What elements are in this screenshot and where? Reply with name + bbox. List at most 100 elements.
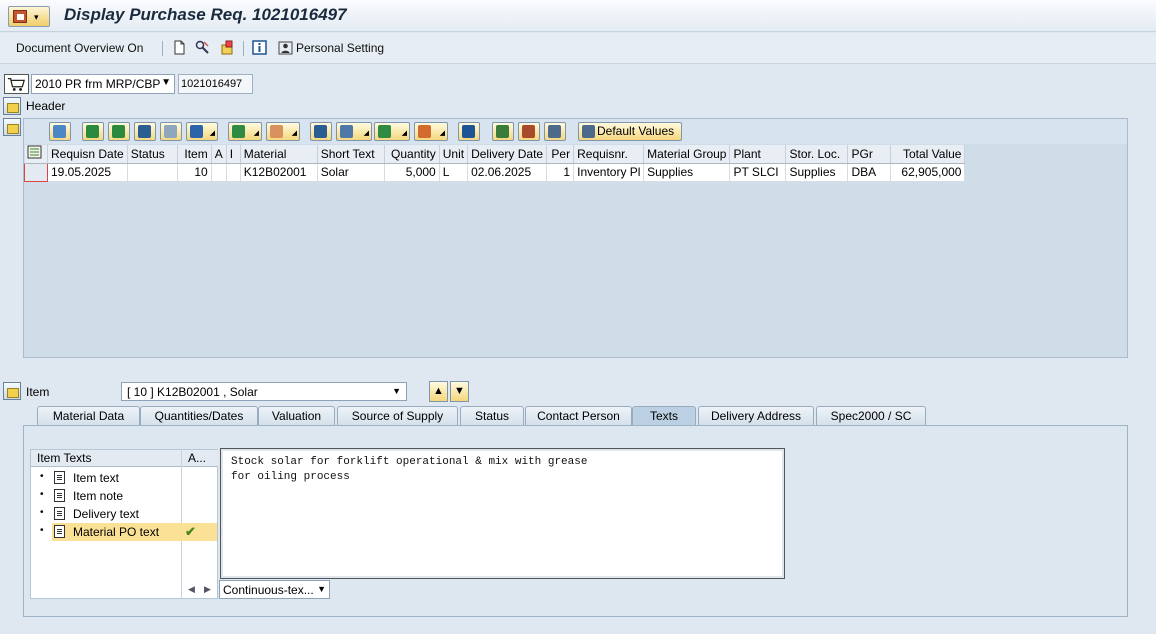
sort-descending-button[interactable] bbox=[108, 122, 130, 141]
column-header[interactable]: Plant bbox=[729, 145, 787, 164]
scroll-right-icon[interactable]: ▶ bbox=[204, 584, 211, 595]
table-cell[interactable]: 5,000 bbox=[384, 163, 440, 182]
layout-button[interactable]: ◢ bbox=[414, 122, 448, 141]
copy-button[interactable] bbox=[492, 122, 514, 141]
filter-icon bbox=[190, 125, 203, 138]
new-document-icon[interactable] bbox=[172, 40, 187, 55]
column-header[interactable]: PGr bbox=[847, 145, 892, 164]
tree-status-header: A... bbox=[182, 450, 218, 467]
document-type-select[interactable]: 2010 PR frm MRP/CBP ▼ bbox=[31, 74, 175, 94]
column-header[interactable]: Unit bbox=[439, 145, 469, 164]
chevron-down-icon: ◢ bbox=[291, 130, 297, 137]
column-header[interactable]: Requisnr. bbox=[573, 145, 645, 164]
document-number-field[interactable]: 1021016497 bbox=[178, 74, 253, 94]
total-button[interactable]: ◢ bbox=[228, 122, 262, 141]
table-row[interactable]: 19.05.2025 10 K12B02001 Solar 5,000 L 02… bbox=[24, 162, 966, 182]
tab-material-data[interactable]: Material Data bbox=[37, 406, 140, 425]
copy-icon bbox=[496, 125, 509, 138]
tab-texts[interactable]: Texts bbox=[632, 406, 696, 425]
item-overview-collapse-icon[interactable] bbox=[3, 118, 21, 136]
document-overview-button[interactable]: Document Overview On bbox=[16, 41, 143, 55]
find-button[interactable] bbox=[134, 122, 156, 141]
column-header[interactable]: Per bbox=[546, 145, 575, 164]
shopping-cart-icon[interactable] bbox=[4, 74, 29, 94]
bullet-icon: • bbox=[40, 471, 44, 482]
table-cell[interactable] bbox=[226, 163, 241, 182]
sort-ascending-button[interactable] bbox=[82, 122, 104, 141]
personal-setting-icon[interactable] bbox=[278, 40, 293, 55]
table-cell[interactable]: 02.06.2025 bbox=[467, 163, 548, 182]
table-cell[interactable]: Supplies bbox=[643, 163, 731, 182]
column-header[interactable]: Material bbox=[240, 145, 318, 164]
services-button[interactable] bbox=[544, 122, 566, 141]
tab-delivery-address[interactable]: Delivery Address bbox=[698, 406, 814, 425]
next-item-button[interactable]: ▼ bbox=[450, 381, 469, 402]
tree-item-material-po-text[interactable]: • Material PO text ✔ bbox=[40, 523, 217, 541]
select-all-icon[interactable] bbox=[24, 145, 48, 164]
sort-ascending-icon bbox=[86, 125, 99, 138]
column-header[interactable]: I bbox=[226, 145, 241, 164]
tab-source-of-supply[interactable]: Source of Supply bbox=[337, 406, 458, 425]
table-cell[interactable]: 19.05.2025 bbox=[47, 163, 128, 182]
column-header[interactable]: Status bbox=[127, 145, 178, 164]
system-menu-button[interactable]: ▾ bbox=[8, 6, 50, 27]
table-cell[interactable]: DBA bbox=[847, 163, 892, 182]
table-cell[interactable]: 1 bbox=[546, 163, 575, 182]
header-expand-icon[interactable] bbox=[3, 97, 21, 115]
item-select[interactable]: [ 10 ] K12B02001 , Solar ▼ bbox=[121, 382, 407, 401]
column-header[interactable]: Total Value bbox=[890, 145, 966, 164]
filter-button[interactable]: ◢ bbox=[186, 122, 218, 141]
table-cell[interactable]: Inventory Pl bbox=[573, 163, 645, 182]
column-header[interactable]: Stor. Loc. bbox=[785, 145, 849, 164]
views-button[interactable]: ◢ bbox=[336, 122, 372, 141]
column-header[interactable]: A bbox=[211, 145, 227, 164]
other-document-icon[interactable] bbox=[220, 40, 235, 55]
table-cell[interactable]: 10 bbox=[177, 163, 212, 182]
table-cell[interactable]: L bbox=[439, 163, 469, 182]
table-cell[interactable]: Solar bbox=[317, 163, 385, 182]
table-cell[interactable]: Supplies bbox=[785, 163, 849, 182]
account-assignment-button[interactable] bbox=[518, 122, 540, 141]
column-header[interactable]: Item bbox=[177, 145, 212, 164]
column-header[interactable]: Short Text bbox=[317, 145, 385, 164]
toolbar-separator bbox=[162, 41, 163, 56]
row-selector[interactable] bbox=[24, 162, 48, 182]
item-detail-collapse-icon[interactable] bbox=[3, 382, 21, 400]
export-button[interactable]: ◢ bbox=[374, 122, 410, 141]
tab-valuation[interactable]: Valuation bbox=[258, 406, 335, 425]
chevron-down-icon: ◢ bbox=[401, 130, 407, 137]
tree-item-item-text[interactable]: • Item text bbox=[31, 469, 217, 487]
scroll-left-icon[interactable]: ◀ bbox=[188, 584, 195, 595]
column-header[interactable]: Quantity bbox=[384, 145, 440, 164]
tab-quantities-dates[interactable]: Quantities/Dates bbox=[140, 406, 258, 425]
sort-descending-icon bbox=[112, 125, 125, 138]
info-button[interactable] bbox=[458, 122, 480, 141]
display-change-icon[interactable] bbox=[195, 40, 210, 55]
table-cell[interactable]: PT SLCI bbox=[729, 163, 787, 182]
account-assignment-icon bbox=[522, 125, 535, 138]
find-next-button[interactable] bbox=[160, 122, 182, 141]
tree-item-item-note[interactable]: • Item note bbox=[31, 487, 217, 505]
column-header[interactable]: Requisn Date bbox=[47, 145, 128, 164]
table-cell[interactable]: 62,905,000 bbox=[890, 163, 966, 182]
table-cell[interactable] bbox=[211, 163, 227, 182]
table-cell[interactable]: K12B02001 bbox=[240, 163, 318, 182]
table-header-row: Requisn Date Status Item A I Material Sh… bbox=[24, 145, 966, 164]
personal-setting-button[interactable]: Personal Setting bbox=[296, 41, 384, 55]
default-values-button[interactable]: Default Values bbox=[578, 122, 682, 141]
tab-contact-person[interactable]: Contact Person bbox=[525, 406, 632, 425]
info-icon[interactable] bbox=[252, 40, 267, 55]
text-format-select[interactable]: Continuous-tex... ▼ bbox=[219, 580, 330, 599]
subtotal-button[interactable]: ◢ bbox=[266, 122, 300, 141]
horizontal-scroll[interactable]: ◀ ▶ bbox=[182, 582, 216, 598]
print-button[interactable] bbox=[310, 122, 332, 141]
table-cell[interactable] bbox=[127, 163, 178, 182]
tree-item-delivery-text[interactable]: • Delivery text bbox=[31, 505, 217, 523]
tab-spec2000-sc[interactable]: Spec2000 / SC bbox=[816, 406, 926, 425]
column-header[interactable]: Delivery Date bbox=[467, 145, 548, 164]
previous-item-button[interactable]: ▲ bbox=[429, 381, 448, 402]
text-editor[interactable]: Stock solar for forklift operational & m… bbox=[220, 448, 785, 579]
tab-status[interactable]: Status bbox=[460, 406, 524, 425]
column-header[interactable]: Material Group bbox=[643, 145, 731, 164]
detail-button[interactable] bbox=[49, 122, 71, 141]
